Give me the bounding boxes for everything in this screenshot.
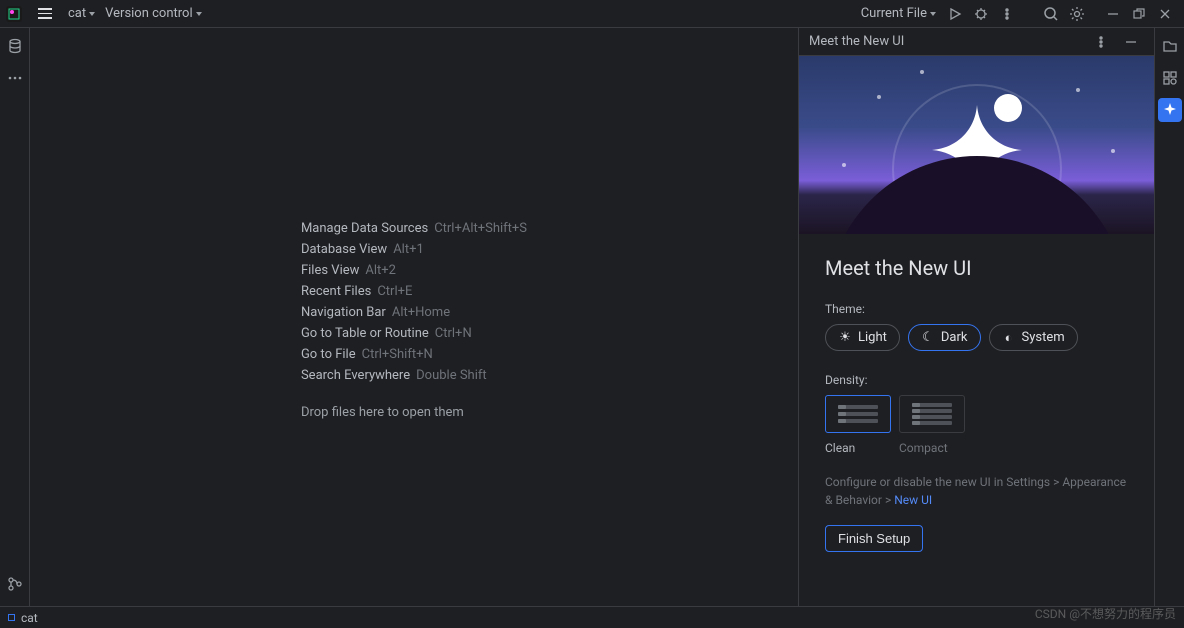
editor-action-link[interactable]: Navigation Bar Alt+Home — [301, 305, 527, 320]
git-tool-button[interactable] — [3, 572, 27, 596]
hero-illustration — [799, 56, 1154, 234]
chevron-down-icon — [930, 12, 936, 16]
action-shortcut: Alt+1 — [393, 242, 424, 257]
density-compact-label: Compact — [899, 441, 965, 455]
status-bar: cat — [0, 606, 1184, 628]
theme-light-option[interactable]: ☀Light — [825, 324, 900, 351]
action-shortcut: Double Shift — [416, 368, 487, 383]
action-label: Go to Table or Routine — [301, 326, 429, 341]
density-clean-label: Clean — [825, 441, 891, 455]
panel-options-button[interactable] — [1088, 29, 1114, 55]
new-ui-panel: Meet the New UI Meet the New UI Theme: ☀… — [799, 28, 1154, 606]
action-shortcut: Ctrl+N — [435, 326, 472, 341]
search-everywhere-button[interactable] — [1038, 1, 1064, 27]
editor-action-link[interactable]: Files View Alt+2 — [301, 263, 527, 278]
vcs-widget[interactable]: Version control — [105, 6, 202, 21]
action-shortcut: Alt+2 — [365, 263, 396, 278]
action-shortcut: Alt+Home — [392, 305, 450, 320]
action-label: Files View — [301, 263, 359, 278]
run-config-label: Current File — [861, 6, 927, 21]
action-label: Database View — [301, 242, 387, 257]
drop-files-hint: Drop files here to open them — [301, 405, 527, 420]
panel-heading: Meet the New UI — [825, 256, 1128, 280]
chevron-down-icon — [196, 12, 202, 16]
right-tool-rail — [1154, 28, 1184, 606]
action-shortcut: Ctrl+Alt+Shift+S — [434, 221, 527, 236]
new-ui-tool-button[interactable] — [1158, 98, 1182, 122]
main-menu-button[interactable] — [32, 1, 58, 27]
action-label: Go to File — [301, 347, 356, 362]
density-compact-option[interactable] — [899, 395, 965, 433]
density-clean-option[interactable] — [825, 395, 891, 433]
plugins-tool-button[interactable] — [1158, 66, 1182, 90]
action-label: Navigation Bar — [301, 305, 386, 320]
restore-window-button[interactable] — [1126, 1, 1152, 27]
panel-help-text: Configure or disable the new UI in Setti… — [825, 473, 1128, 509]
editor-action-link[interactable]: Search Everywhere Double Shift — [301, 368, 527, 383]
status-project-name[interactable]: cat — [21, 611, 38, 625]
theme-dark-option[interactable]: ☾Dark — [908, 324, 981, 351]
finish-setup-button[interactable]: Finish Setup — [825, 525, 923, 552]
close-window-button[interactable] — [1152, 1, 1178, 27]
run-config-selector[interactable]: Current File — [861, 6, 936, 21]
settings-button[interactable] — [1064, 1, 1090, 27]
theme-label: Theme: — [825, 302, 1128, 316]
panel-hide-button[interactable] — [1118, 29, 1144, 55]
files-tool-button[interactable] — [1158, 34, 1182, 58]
editor-action-link[interactable]: Manage Data Sources Ctrl+Alt+Shift+S — [301, 221, 527, 236]
action-label: Search Everywhere — [301, 368, 410, 383]
theme-system-option[interactable]: ◐System — [989, 324, 1078, 351]
minimize-window-button[interactable] — [1100, 1, 1126, 27]
debug-button[interactable] — [968, 1, 994, 27]
action-shortcut: Ctrl+E — [377, 284, 412, 299]
run-button[interactable] — [942, 1, 968, 27]
project-name: cat — [68, 6, 86, 21]
action-label: Recent Files — [301, 284, 371, 299]
new-ui-settings-link[interactable]: New UI — [894, 493, 932, 507]
panel-title: Meet the New UI — [809, 34, 904, 49]
status-indicator-icon — [8, 614, 15, 621]
editor-action-link[interactable]: Database View Alt+1 — [301, 242, 527, 257]
watermark-text: CSDN @不想努力的程序员 — [1035, 605, 1176, 622]
database-tool-button[interactable] — [3, 34, 27, 58]
chevron-down-icon — [89, 12, 95, 16]
editor-empty-state: Manage Data Sources Ctrl+Alt+Shift+S Datab… — [30, 28, 799, 606]
vcs-label: Version control — [105, 6, 193, 21]
action-label: Manage Data Sources — [301, 221, 428, 236]
action-shortcut: Ctrl+Shift+N — [362, 347, 433, 362]
app-logo-icon — [6, 6, 22, 22]
sun-icon: ☀ — [838, 331, 852, 345]
system-icon: ◐ — [1002, 331, 1016, 345]
density-label: Density: — [825, 373, 1128, 387]
editor-action-link[interactable]: Go to Table or Routine Ctrl+N — [301, 326, 527, 341]
project-breadcrumb[interactable]: cat — [68, 6, 95, 21]
moon-icon: ☾ — [921, 331, 935, 345]
more-actions-button[interactable] — [994, 1, 1020, 27]
editor-action-link[interactable]: Go to File Ctrl+Shift+N — [301, 347, 527, 362]
more-tools-button[interactable] — [3, 66, 27, 90]
editor-action-link[interactable]: Recent Files Ctrl+E — [301, 284, 527, 299]
left-tool-rail — [0, 28, 30, 606]
